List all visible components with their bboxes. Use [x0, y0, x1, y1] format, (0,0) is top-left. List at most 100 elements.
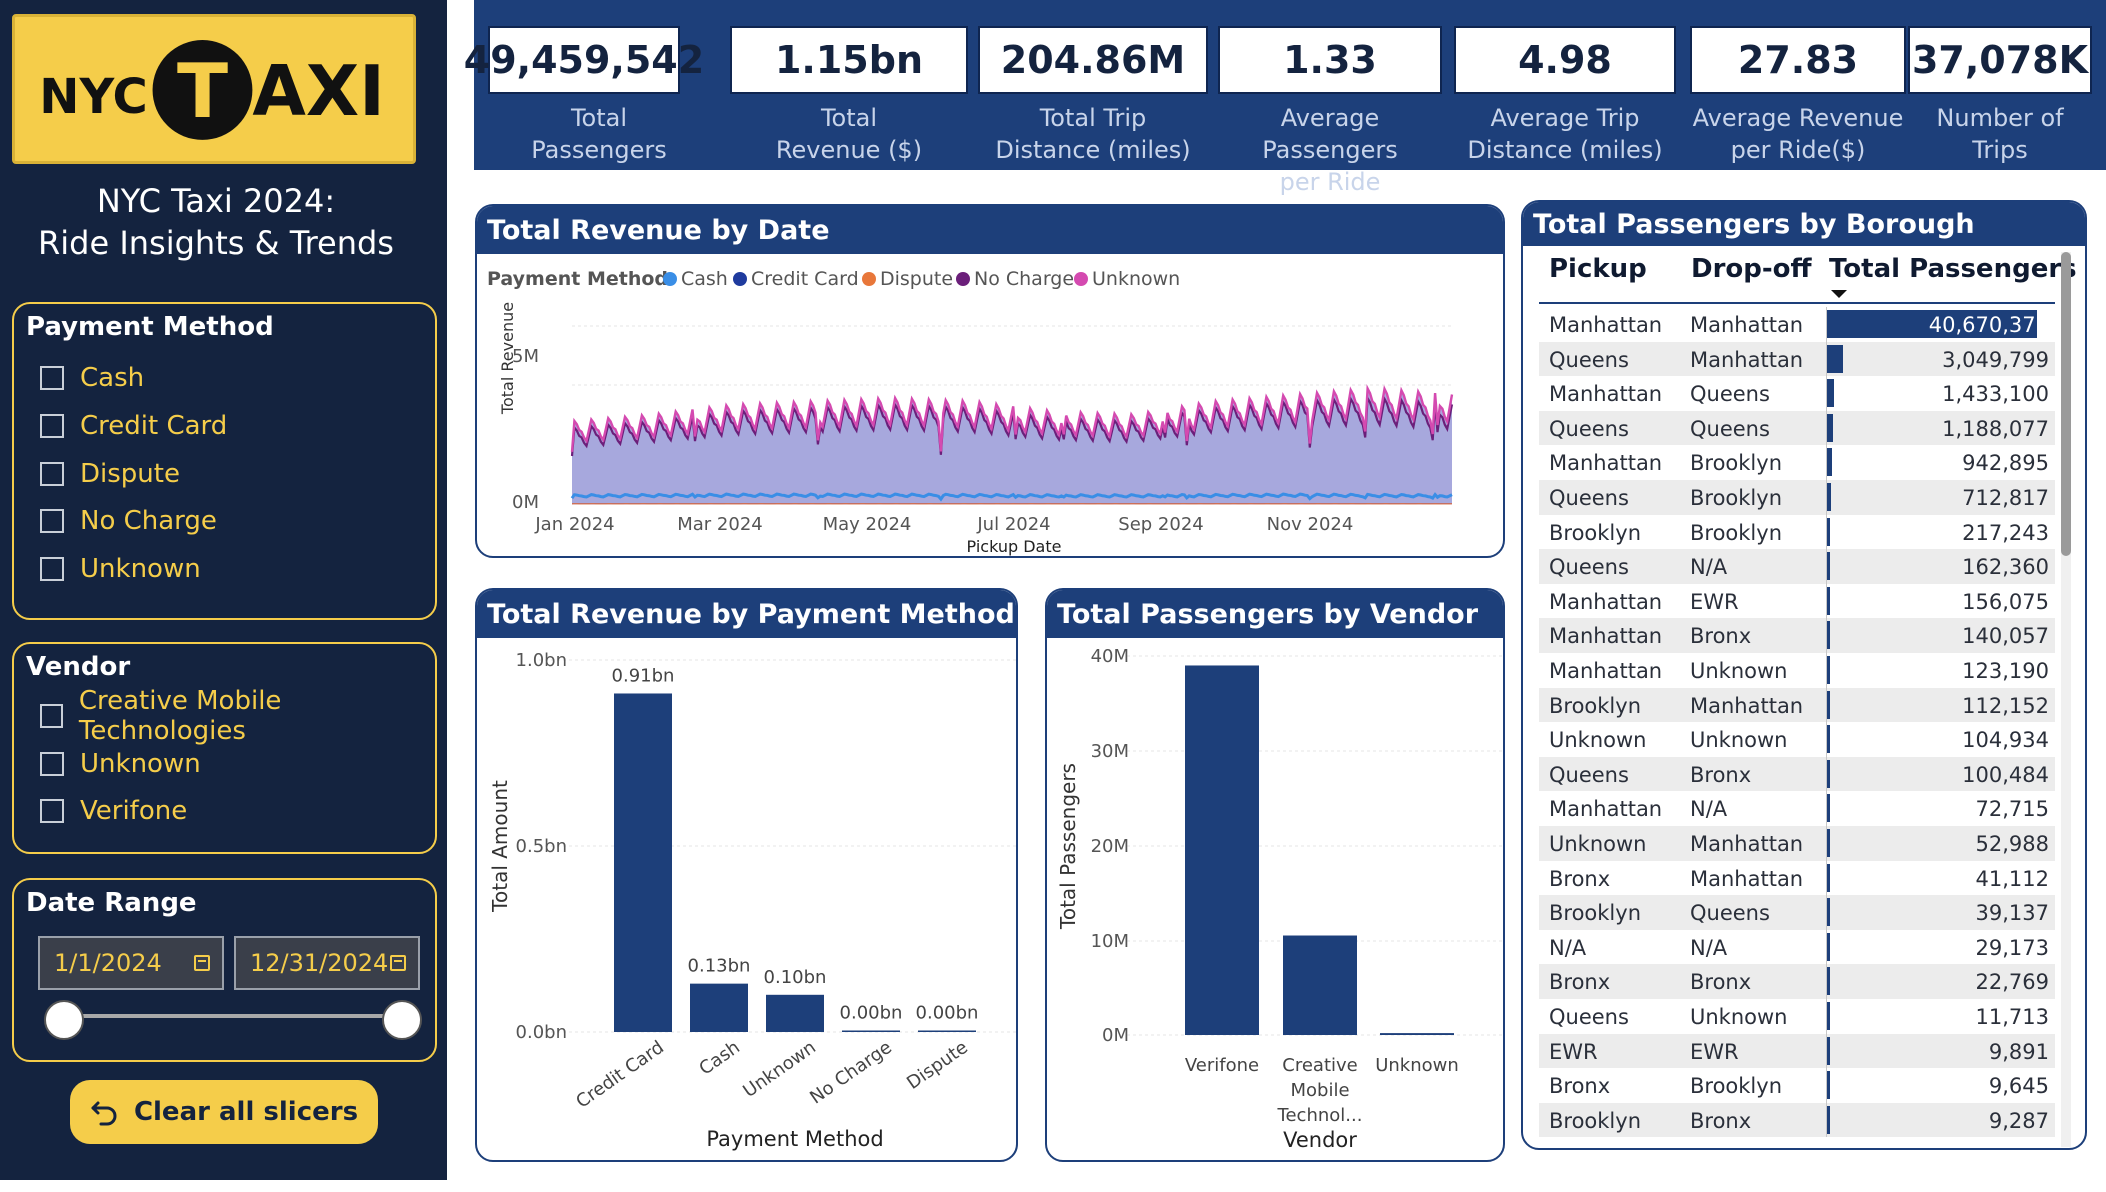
table-row[interactable]: Manhattan Manhattan 40,670,378	[1539, 307, 2055, 342]
cell-data-bar	[1827, 552, 1830, 581]
table-row[interactable]: Manhattan Queens 1,433,100	[1539, 376, 2055, 411]
sort-descending-icon[interactable]	[1829, 288, 1849, 300]
column-header-dropoff[interactable]: Drop-off	[1691, 254, 1812, 284]
y-tick-label: 30M	[1091, 741, 1129, 762]
table-row[interactable]: Queens Queens 1,188,077	[1539, 410, 2055, 446]
cell-data-bar	[1827, 483, 1831, 511]
checkbox[interactable]	[40, 704, 63, 728]
revenue-by-date-card[interactable]: Total Revenue by Date Payment Method Cas…	[475, 204, 1505, 558]
table-row[interactable]: Queens Bronx 100,484	[1539, 756, 2055, 792]
vendor-bars	[1185, 665, 1454, 1035]
table-row[interactable]: Unknown Unknown 104,934	[1539, 722, 2055, 757]
cell-dropoff: Queens	[1690, 382, 1770, 407]
table-row[interactable]: Bronx Manhattan 41,112	[1539, 860, 2055, 896]
x-tick-label: No Charge	[806, 1037, 896, 1109]
cell-dropoff: Unknown	[1690, 659, 1788, 683]
kpi-avg-distance-value: 4.98	[1454, 26, 1676, 94]
table-row[interactable]: Brooklyn Brooklyn 217,243	[1539, 514, 2055, 550]
date-slider-track[interactable]	[62, 1014, 402, 1018]
cell-data-bar	[1827, 448, 1832, 477]
checkbox[interactable]	[40, 414, 64, 438]
report-title-line1: NYC Taxi 2024:	[96, 182, 336, 220]
cell-total-passengers: 22,769	[1975, 970, 2049, 995]
passengers-by-vendor-chart[interactable]: Total Passengers 40M 30M 20M 10M 0M Veri…	[1047, 638, 1505, 1162]
cell-dropoff: Bronx	[1690, 762, 1752, 787]
table-row[interactable]: Manhattan Unknown 123,190	[1539, 653, 2055, 688]
date-slider-start-handle[interactable]	[44, 1000, 84, 1040]
date-slider-end-handle[interactable]	[382, 1000, 422, 1040]
vendor-slicer-title: Vendor	[26, 652, 131, 682]
column-header-pickup[interactable]: Pickup	[1549, 254, 1647, 284]
table-row[interactable]: N/A N/A 29,173	[1539, 929, 2055, 965]
vendor-option-creative-mobile[interactable]: Creative Mobile Technologies	[40, 686, 435, 746]
vendor-option-verifone[interactable]: Verifone	[40, 793, 187, 829]
checkbox[interactable]	[40, 509, 64, 533]
cell-pickup: Brooklyn	[1549, 520, 1642, 545]
vendor-option-unknown[interactable]: Unknown	[40, 746, 201, 782]
checkbox[interactable]	[40, 557, 64, 581]
table-row[interactable]: Bronx Bronx 22,769	[1539, 964, 2055, 999]
start-date-input[interactable]: 1/1/2024	[38, 936, 224, 990]
table-scrollbar-thumb[interactable]	[2061, 252, 2071, 556]
payment-option-dispute[interactable]: Dispute	[40, 456, 180, 492]
logo-letter-t: T	[177, 48, 228, 135]
table-row[interactable]: Queens Unknown 11,713	[1539, 999, 2055, 1034]
cell-pickup: EWR	[1549, 1039, 1598, 1064]
table-row[interactable]: Manhattan Brooklyn 942,895	[1539, 445, 2055, 480]
kpi-bar: 49,459,542 Total Passengers 1.15bn Total R…	[464, 0, 2106, 196]
calendar-icon[interactable]	[194, 955, 210, 971]
cell-dropoff: N/A	[1690, 935, 1728, 960]
cell-data-bar	[1827, 621, 1830, 650]
revenue-by-payment-chart[interactable]: Total Amount 1.0bn 0.5bn 0.0bn 0.91bn Cre…	[477, 638, 1018, 1162]
clear-all-slicers-button[interactable]: Clear all slicers	[70, 1080, 378, 1144]
cell-data-bar	[1827, 794, 1830, 823]
table-row[interactable]: Manhattan EWR 156,075	[1539, 583, 2055, 619]
table-row[interactable]: Unknown Manhattan 52,988	[1539, 826, 2055, 861]
legend-marker-cash	[663, 272, 677, 286]
revenue-by-payment-card[interactable]: Total Revenue by Payment Method Total Am…	[475, 588, 1018, 1162]
revenue-by-date-chart[interactable]: Payment Method Cash Credit Card Dispute …	[477, 254, 1505, 558]
y-axis-title: Total Passengers	[1056, 763, 1080, 930]
revenue-by-payment-title: Total Revenue by Payment Method	[477, 590, 1016, 638]
cell-pickup: Bronx	[1549, 970, 1611, 995]
cell-dropoff: Unknown	[1690, 1005, 1788, 1029]
table-row[interactable]: Brooklyn Manhattan 112,152	[1539, 687, 2055, 723]
checkbox[interactable]	[40, 799, 64, 823]
legend-label-credit-card: Credit Card	[751, 268, 859, 290]
table-row[interactable]: Bronx Brooklyn 9,645	[1539, 1068, 2055, 1103]
cell-total-passengers: 39,137	[1975, 901, 2049, 926]
x-tick-label: Nov 2024	[1267, 514, 1354, 535]
calendar-icon[interactable]	[390, 955, 406, 971]
table-row[interactable]: Brooklyn Bronx 9,287	[1539, 1102, 2055, 1138]
checkbox[interactable]	[40, 752, 64, 776]
kpi-label-line1: Average Passengers	[1262, 104, 1398, 164]
vendor-slicer: Vendor Creative Mobile Technologies Unkn…	[12, 642, 437, 854]
table-row[interactable]: Queens Manhattan 3,049,799	[1539, 341, 2055, 377]
column-header-total-passengers[interactable]: Total Passengers	[1829, 254, 2077, 284]
checkbox[interactable]	[40, 366, 64, 390]
table-row[interactable]: Brooklyn Queens 39,137	[1539, 895, 2055, 930]
payment-option-unknown[interactable]: Unknown	[40, 551, 201, 587]
table-row[interactable]: Manhattan N/A 72,715	[1539, 791, 2055, 826]
payment-option-no-charge[interactable]: No Charge	[40, 503, 217, 539]
cell-total-passengers: 52,988	[1975, 832, 2049, 856]
x-tick-label: Jan 2024	[534, 514, 614, 535]
table-row[interactable]: Queens Brooklyn 712,817	[1539, 480, 2055, 515]
kpi-number-of-trips-label: Number of Trips	[1904, 102, 2096, 166]
table-row[interactable]: Manhattan Bronx 140,057	[1539, 618, 2055, 653]
cell-total-passengers: 9,891	[1988, 1039, 2049, 1064]
table-row[interactable]: EWR EWR 9,891	[1539, 1033, 2055, 1069]
checkbox[interactable]	[40, 462, 64, 486]
payment-option-label: Unknown	[80, 554, 201, 584]
x-tick-label: Unknown	[1375, 1055, 1459, 1076]
cell-pickup: Queens	[1549, 1005, 1629, 1029]
table-row[interactable]: Queens N/A 162,360	[1539, 549, 2055, 584]
payment-option-credit-card[interactable]: Credit Card	[40, 408, 227, 444]
x-tick-label: Cash	[695, 1037, 743, 1080]
bar-data-label: 0.91bn	[612, 665, 675, 686]
payment-option-cash[interactable]: Cash	[40, 360, 144, 396]
cell-dropoff: Brooklyn	[1690, 1074, 1783, 1099]
passengers-by-borough-card[interactable]: Total Passengers by Borough Pickup Drop-…	[1521, 200, 2087, 1150]
passengers-by-vendor-card[interactable]: Total Passengers by Vendor Total Passeng…	[1045, 588, 1505, 1162]
end-date-input[interactable]: 12/31/2024	[234, 936, 420, 990]
